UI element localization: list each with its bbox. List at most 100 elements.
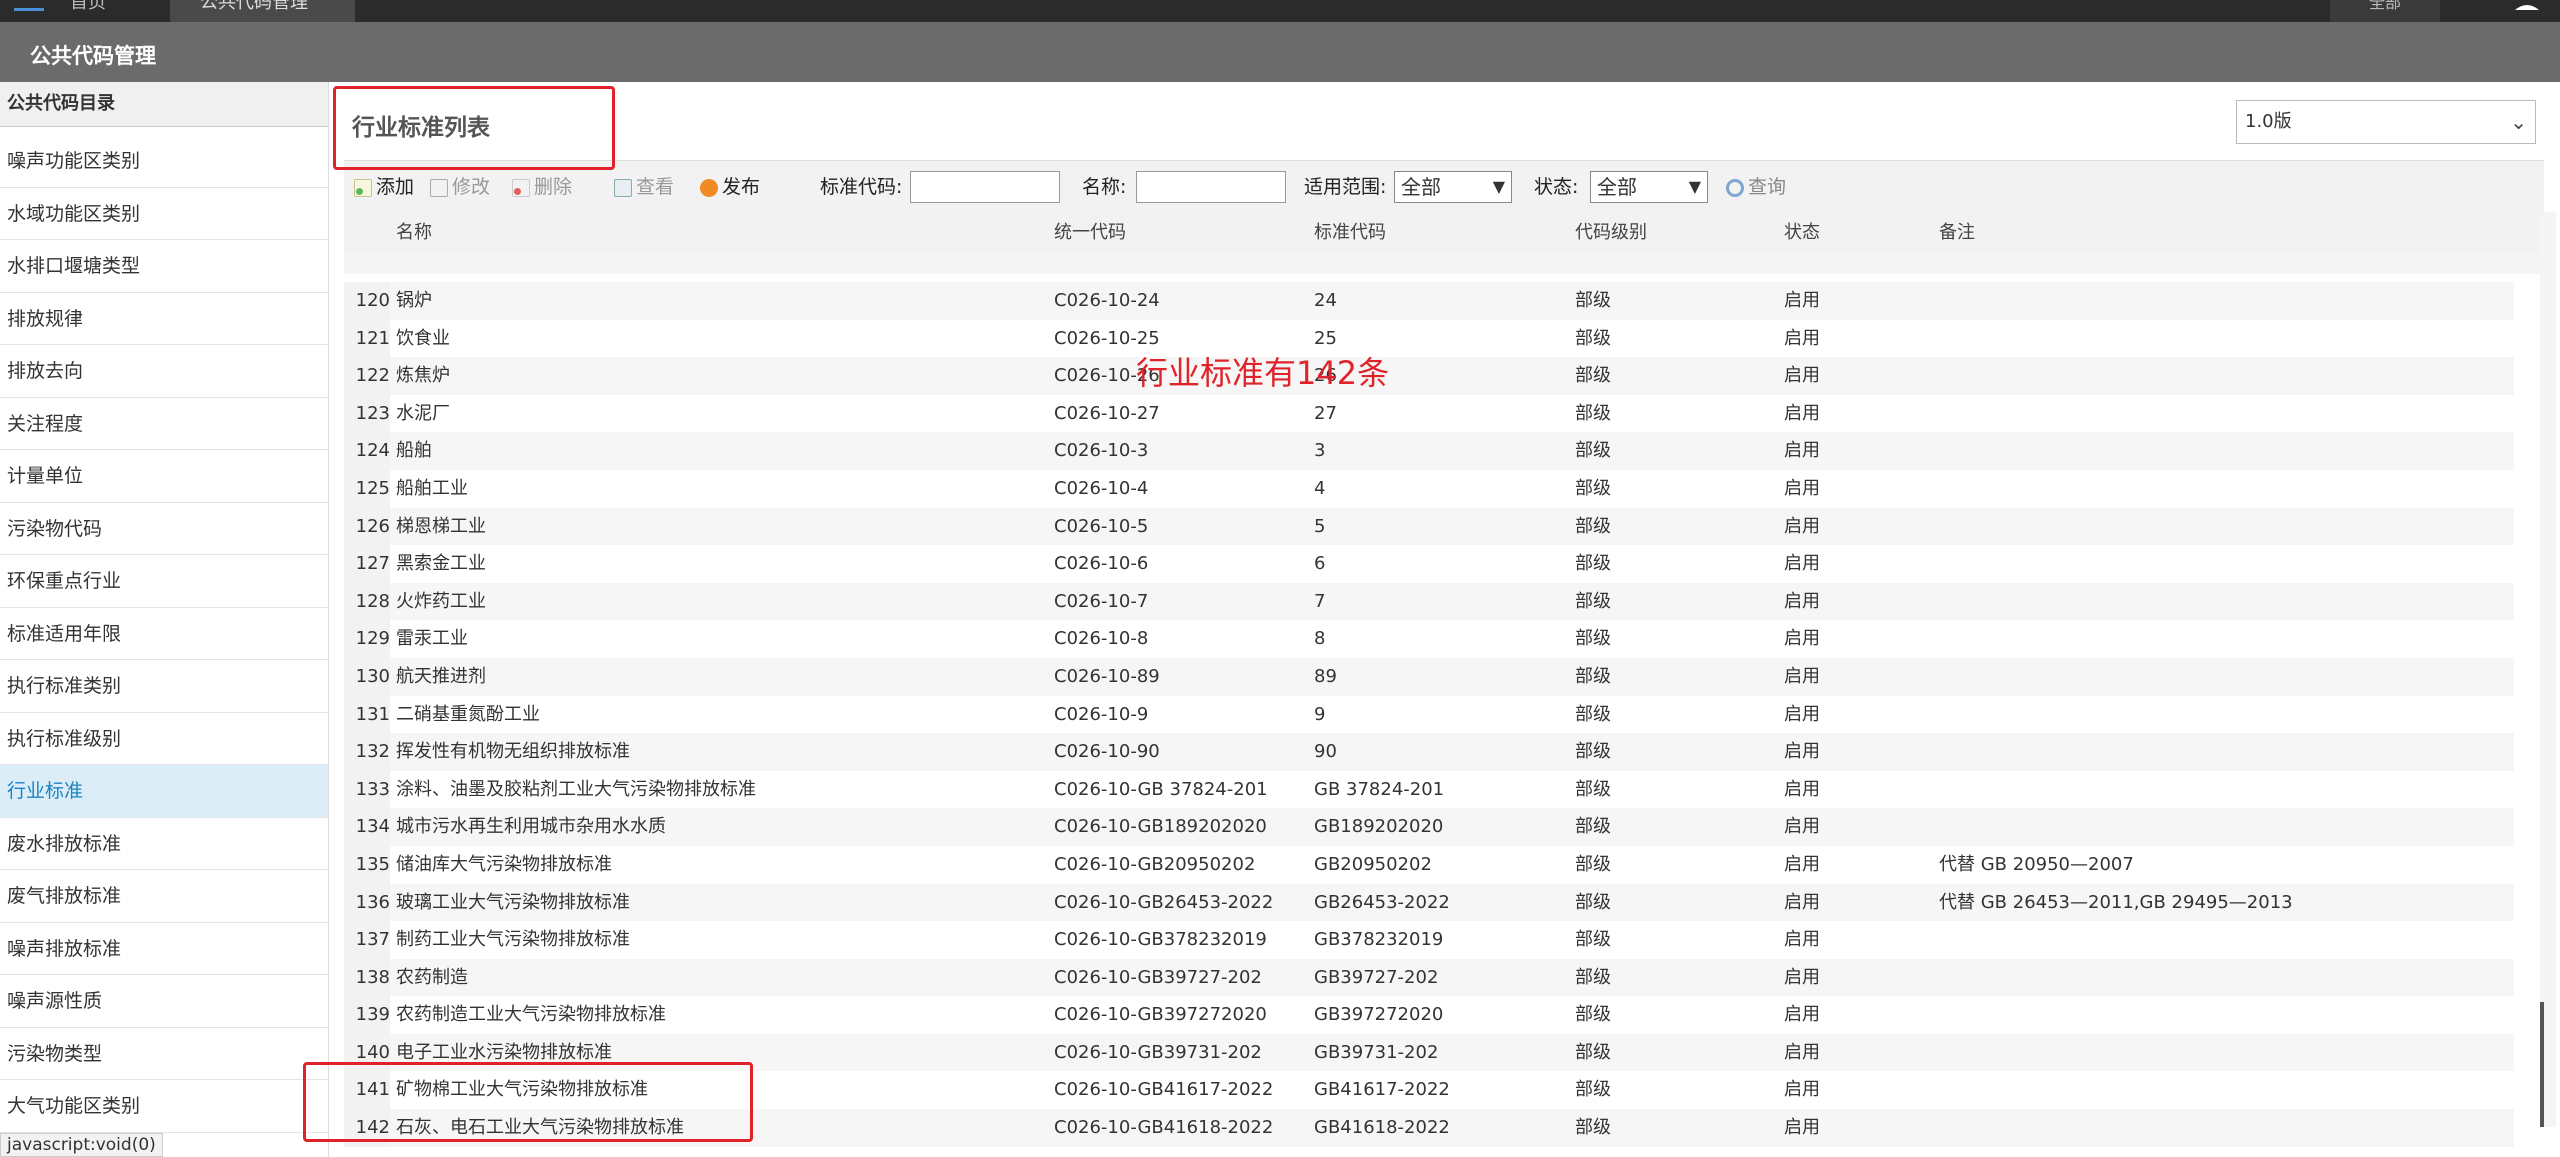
user-dropdown[interactable]: 全部 bbox=[2330, 0, 2440, 22]
table-row[interactable]: 139 农药制造工业大气污染物排放标准 C026-10-GB397272020 GB3… bbox=[344, 996, 2514, 1034]
header-remark[interactable]: 备注 bbox=[1939, 212, 1975, 254]
cell-std-code: 3 bbox=[1314, 440, 1326, 462]
tab-home[interactable]: 首页 bbox=[70, 0, 170, 22]
cell-std-code: 24 bbox=[1314, 290, 1337, 311]
sidebar-item[interactable]: 水域功能区类别 bbox=[0, 188, 328, 240]
row-number: 139 bbox=[344, 996, 390, 1034]
table-row[interactable]: 127 黑索金工业 C026-10-6 6 部级 启用 bbox=[344, 545, 2514, 583]
view-button[interactable]: 查看 bbox=[614, 173, 674, 201]
cell-name: 涂料、油墨及胶粘剂工业大气污染物排放标准 bbox=[396, 778, 756, 800]
tab-public-code[interactable]: 公共代码管理 bbox=[170, 0, 355, 22]
table-row[interactable]: 138 农药制造 C026-10-GB39727-202 GB39727-202 部级 启… bbox=[344, 958, 2514, 997]
sidebar-item[interactable]: 污染物代码 bbox=[0, 503, 328, 555]
sidebar-item[interactable]: 噪声源性质 bbox=[0, 975, 328, 1028]
table-row[interactable]: 135 储油库大气污染物排放标准 C026-10-GB20950202 GB20950… bbox=[344, 845, 2514, 884]
row-number: 128 bbox=[344, 582, 390, 621]
sidebar-item[interactable]: 水排口堰塘类型 bbox=[0, 240, 328, 293]
table-row[interactable]: 134 城市污水再生利用城市杂用水水质 C026-10-GB189202020 GB1… bbox=[344, 808, 2514, 846]
row-number: 134 bbox=[344, 808, 390, 846]
state-select[interactable]: 全部 ▼ bbox=[1590, 171, 1708, 203]
vertical-scrollbar[interactable] bbox=[2540, 212, 2556, 1127]
table-row[interactable]: 120 锅炉 C026-10-24 24 部级 启用 bbox=[344, 282, 2514, 320]
add-button[interactable]: 添加 bbox=[354, 173, 414, 201]
table-row[interactable]: 129 雷汞工业 C026-10-8 8 部级 启用 bbox=[344, 620, 2514, 658]
sidebar-item[interactable]: 执行标准级别 bbox=[0, 713, 328, 765]
cell-state: 启用 bbox=[1784, 1041, 1820, 1063]
table-row[interactable]: 124 船舶 C026-10-3 3 部级 启用 bbox=[344, 432, 2514, 470]
sidebar-item[interactable]: 大气功能区类别 bbox=[0, 1080, 328, 1133]
sidebar-item[interactable]: 执行标准类别 bbox=[0, 660, 328, 713]
row-number: 133 bbox=[344, 770, 390, 809]
cell-name: 二硝基重氮酚工业 bbox=[396, 703, 540, 725]
menu-icon[interactable] bbox=[14, 0, 44, 11]
user-icon[interactable] bbox=[2512, 0, 2542, 10]
sidebar: 公共代码目录 噪声功能区类别 水域功能区类别 水排口堰塘类型 排放规律 排放去向 关注程度… bbox=[0, 82, 329, 1157]
sidebar-item[interactable]: 计量单位 bbox=[0, 450, 328, 503]
table-row[interactable]: 132 挥发性有机物无组织排放标准 C026-10-90 90 部级 启用 bbox=[344, 733, 2514, 771]
table-row[interactable]: 123 水泥厂 C026-10-27 27 部级 启用 bbox=[344, 394, 2514, 433]
row-number: 135 bbox=[344, 845, 390, 884]
sidebar-item[interactable]: 排放规律 bbox=[0, 293, 328, 345]
sidebar-item[interactable]: 行业标准 bbox=[0, 765, 328, 818]
cell-std-code: GB26453-2022 bbox=[1314, 891, 1450, 913]
header-name[interactable]: 名称 bbox=[396, 212, 432, 254]
scrollbar-thumb[interactable] bbox=[2540, 1002, 2544, 1127]
table-row[interactable]: 131 二硝基重氮酚工业 C026-10-9 9 部级 启用 bbox=[344, 695, 2514, 734]
publish-button[interactable]: 发布 bbox=[700, 173, 760, 201]
cell-unified-code: C026-10-GB189202020 bbox=[1054, 816, 1267, 838]
table-row[interactable]: 137 制药工业大气污染物排放标准 C026-10-GB378232019 GB378… bbox=[344, 921, 2514, 959]
cell-state: 启用 bbox=[1784, 778, 1820, 800]
sidebar-item[interactable]: 标准适用年限 bbox=[0, 608, 328, 660]
row-number: 127 bbox=[344, 545, 390, 583]
edit-button[interactable]: 修改 bbox=[430, 173, 490, 201]
sidebar-item[interactable]: 废气排放标准 bbox=[0, 870, 328, 923]
table-row[interactable]: 133 涂料、油墨及胶粘剂工业大气污染物排放标准 C026-10-GB 37824-… bbox=[344, 770, 2514, 809]
sidebar-item[interactable]: 污染物类型 bbox=[0, 1028, 328, 1080]
table-row[interactable]: 126 梯恩梯工业 C026-10-5 5 部级 启用 bbox=[344, 507, 2514, 546]
cell-name: 储油库大气污染物排放标准 bbox=[396, 853, 612, 875]
add-label: 添加 bbox=[376, 176, 415, 198]
table-row[interactable]: 122 炼焦炉 C026-10-26 26 部级 启用 bbox=[344, 357, 2514, 395]
cell-name: 船舶 bbox=[396, 440, 432, 462]
sidebar-item[interactable]: 废水排放标准 bbox=[0, 818, 328, 870]
cell-name: 农药制造工业大气污染物排放标准 bbox=[396, 1004, 666, 1026]
cell-remark: 代替 GB 20950—2007 bbox=[1939, 853, 2134, 875]
table-row[interactable]: 121 饮食业 C026-10-25 25 部级 启用 bbox=[344, 319, 2514, 358]
name-label: 名称: bbox=[1082, 176, 1127, 198]
cell-name: 城市污水再生利用城市杂用水水质 bbox=[396, 816, 666, 838]
header-state[interactable]: 状态 bbox=[1784, 212, 1820, 254]
table-row[interactable]: 125 船舶工业 C026-10-4 4 部级 启用 bbox=[344, 469, 2514, 508]
sidebar-item[interactable]: 排放去向 bbox=[0, 345, 328, 398]
table-row[interactable]: 130 航天推进剂 C026-10-89 89 部级 启用 bbox=[344, 657, 2514, 696]
cell-unified-code: C026-10-GB20950202 bbox=[1054, 853, 1256, 875]
std-code-input[interactable] bbox=[910, 171, 1060, 203]
sidebar-item[interactable]: 噪声功能区类别 bbox=[0, 135, 328, 188]
sidebar-item[interactable]: 环保重点行业 bbox=[0, 555, 328, 608]
name-input[interactable] bbox=[1136, 171, 1286, 203]
cell-std-code: GB20950202 bbox=[1314, 853, 1432, 875]
delete-button[interactable]: 删除 bbox=[512, 173, 572, 201]
version-select[interactable]: 1.0版 ⌄ bbox=[2236, 100, 2536, 144]
cell-level: 部级 bbox=[1575, 1004, 1611, 1026]
table-row[interactable]: 136 玻璃工业大气污染物排放标准 C026-10-GB26453-2022 GB26… bbox=[344, 883, 2514, 922]
cell-unified-code: C026-10-GB39727-202 bbox=[1054, 966, 1262, 988]
cell-level: 部级 bbox=[1575, 665, 1611, 687]
search-icon bbox=[1726, 178, 1744, 197]
row-number: 129 bbox=[344, 620, 390, 658]
sidebar-item[interactable]: 噪声排放标准 bbox=[0, 923, 328, 975]
version-value: 1.0版 bbox=[2245, 111, 2292, 132]
header-level[interactable]: 代码级别 bbox=[1575, 212, 1647, 254]
search-button[interactable]: 查询 bbox=[1726, 173, 1786, 201]
cell-unified-code: C026-10-GB41618-2022 bbox=[1054, 1117, 1274, 1139]
sidebar-item[interactable]: 关注程度 bbox=[0, 398, 328, 450]
header-std-code[interactable]: 标准代码 bbox=[1314, 212, 1386, 254]
table-row[interactable]: 128 火炸药工业 C026-10-7 7 部级 启用 bbox=[344, 582, 2514, 621]
cell-state: 启用 bbox=[1784, 1117, 1820, 1139]
scope-select[interactable]: 全部 ▼ bbox=[1394, 171, 1512, 203]
std-code-label: 标准代码: bbox=[820, 176, 903, 198]
row-number: 132 bbox=[344, 733, 390, 771]
row-number: 124 bbox=[344, 432, 390, 470]
header-unified-code[interactable]: 统一代码 bbox=[1054, 212, 1126, 254]
cell-std-code: 89 bbox=[1314, 665, 1337, 687]
cell-name: 梯恩梯工业 bbox=[396, 515, 486, 537]
